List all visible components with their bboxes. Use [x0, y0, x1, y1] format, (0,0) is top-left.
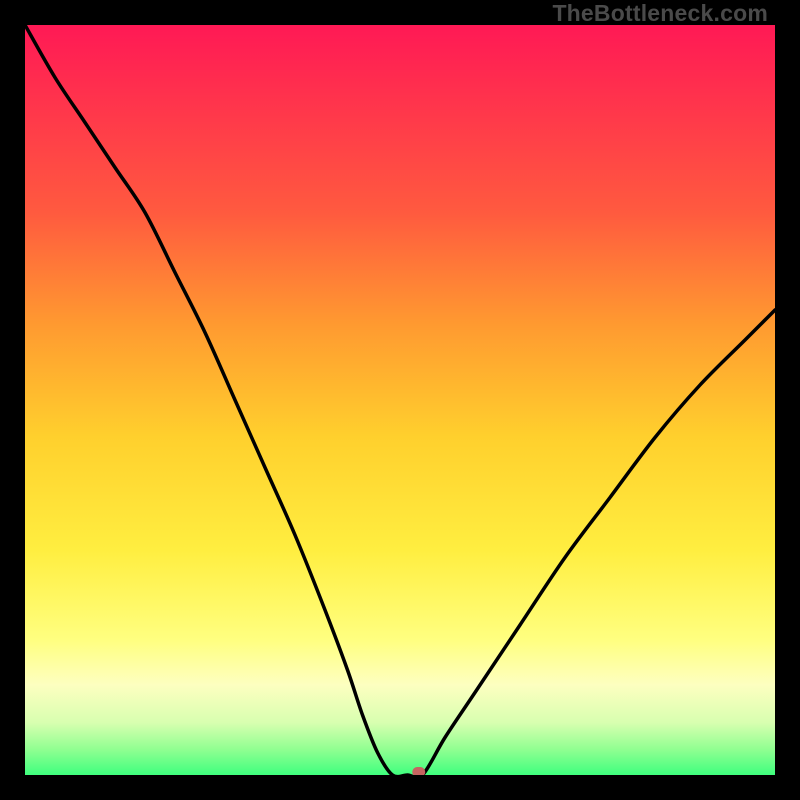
watermark-text: TheBottleneck.com — [552, 0, 768, 27]
plot-area — [25, 25, 775, 775]
optimal-marker — [412, 767, 425, 775]
gradient-background — [25, 25, 775, 775]
bottleneck-chart: TheBottleneck.com — [0, 0, 800, 800]
chart-svg — [25, 25, 775, 775]
